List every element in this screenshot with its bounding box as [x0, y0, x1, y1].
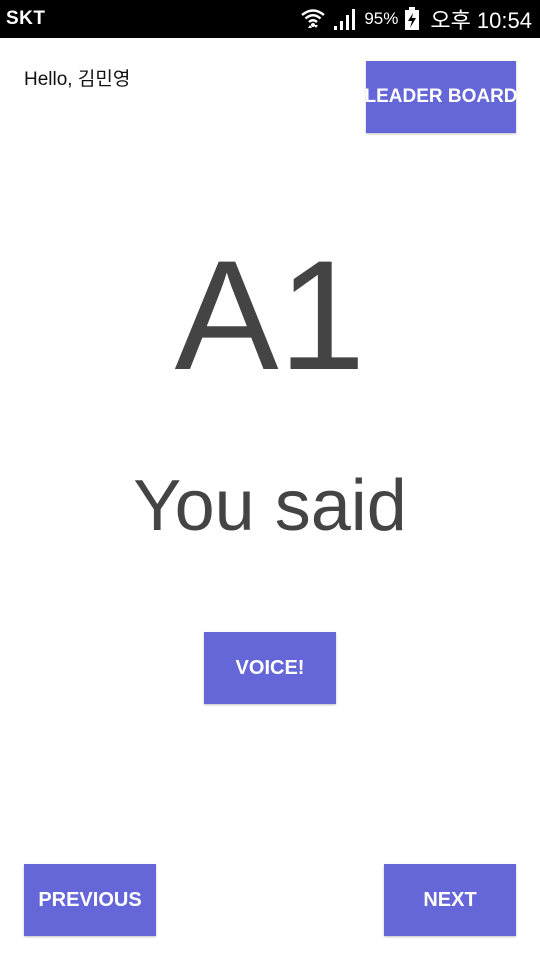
next-button[interactable]: NEXT [384, 864, 516, 936]
voice-button[interactable]: VOICE! [204, 632, 336, 704]
carrier-label: SKT [6, 8, 46, 29]
greeting-text: Hello, 김민영 [24, 69, 131, 90]
status-clock: 오후 10:54 [430, 8, 532, 33]
app-screen: SKT 95% 오후 10:54 Hello, 김민영 LEADER BOARD… [0, 0, 540, 960]
previous-button[interactable]: PREVIOUS [24, 864, 156, 936]
battery-percent: 95% [364, 9, 399, 28]
status-icons: 95% 오후 10:54 [300, 3, 532, 35]
recognized-speech-text: You said [133, 466, 407, 546]
wifi-icon [300, 7, 326, 31]
battery-charging-icon [404, 7, 420, 31]
leaderboard-button[interactable]: LEADER BOARD [364, 61, 518, 133]
status-bar: SKT 95% 오후 10:54 [0, 0, 540, 38]
target-word: A1 [174, 229, 366, 403]
signal-icon [332, 7, 358, 31]
